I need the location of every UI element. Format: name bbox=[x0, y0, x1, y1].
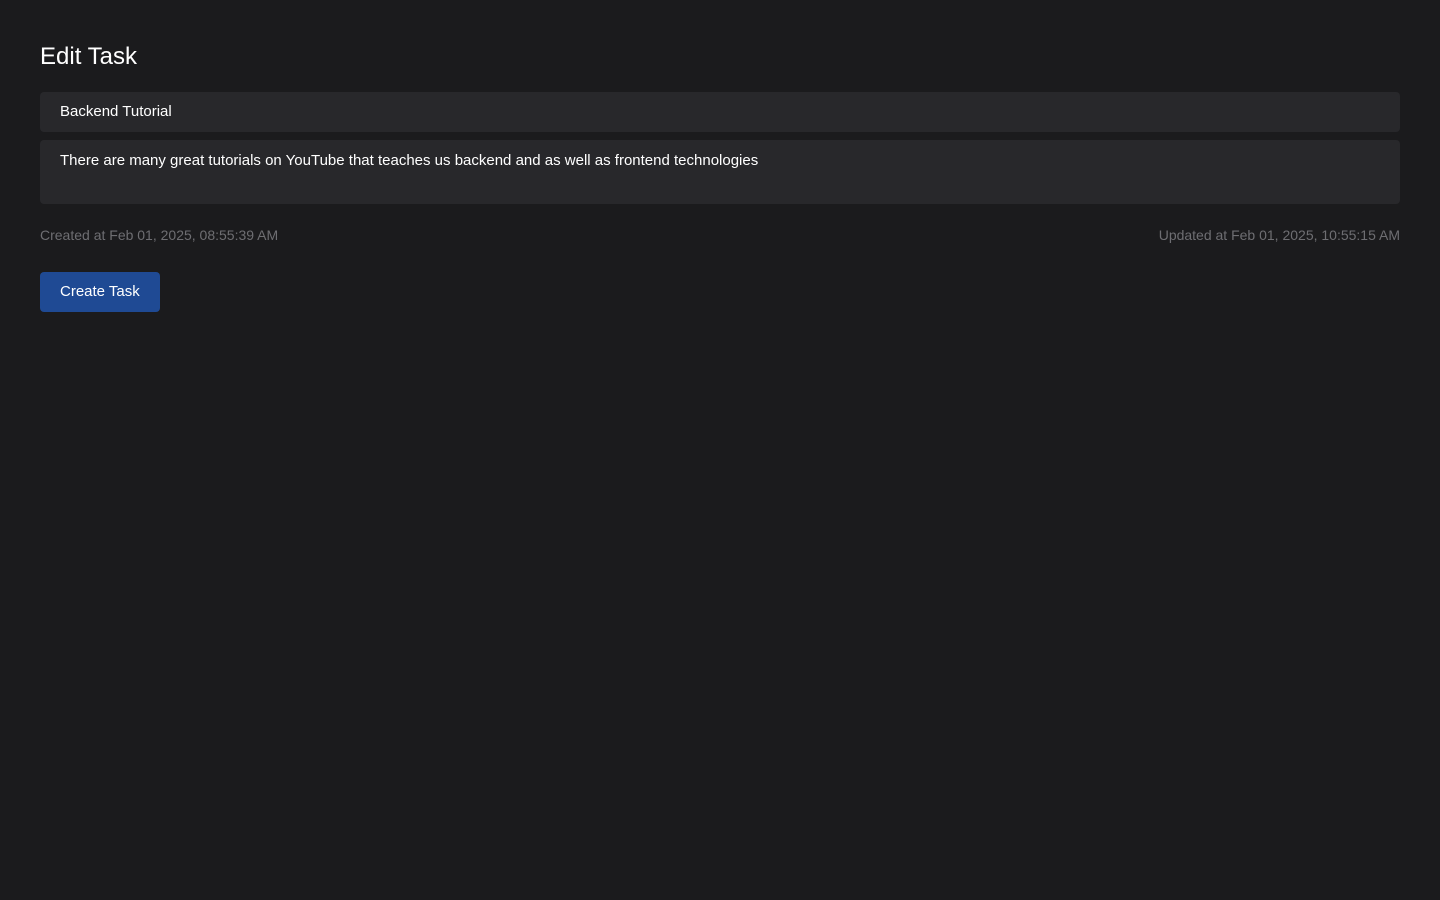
task-title-input[interactable] bbox=[40, 92, 1400, 132]
page-title: Edit Task bbox=[40, 43, 137, 70]
created-at-timestamp: Created at Feb 01, 2025, 08:55:39 AM bbox=[40, 227, 279, 243]
updated-at-timestamp: Updated at Feb 01, 2025, 10:55:15 AM bbox=[1158, 227, 1400, 243]
create-task-button[interactable]: Create Task bbox=[40, 272, 160, 312]
task-description-textarea[interactable]: There are many great tutorials on YouTub… bbox=[40, 140, 1400, 204]
edit-task-page: Edit Task There are many great tutorials… bbox=[0, 0, 1440, 900]
